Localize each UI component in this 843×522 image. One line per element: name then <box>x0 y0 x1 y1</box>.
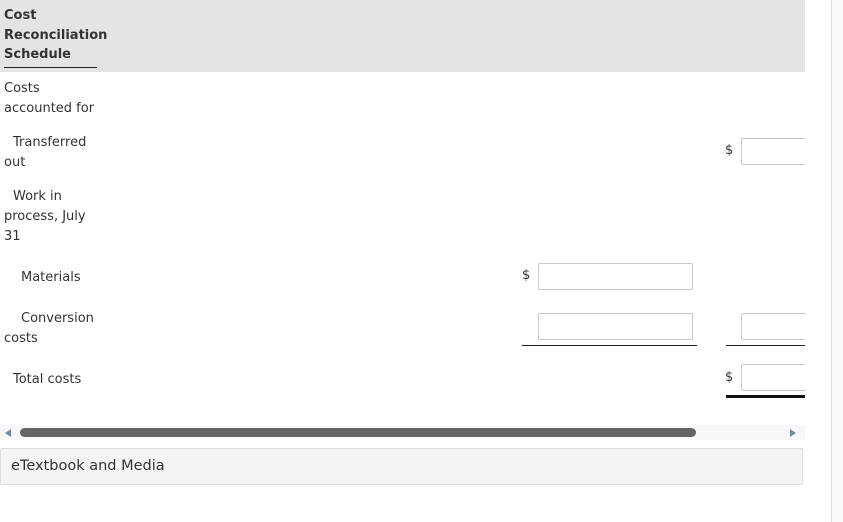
wip-total-underline <box>726 345 805 346</box>
wip-july-31-label: Work in process, July 31 <box>4 189 86 244</box>
total-costs-label: Total costs <box>13 372 82 387</box>
schedule-header: Cost Reconciliation Schedule <box>0 0 805 72</box>
conversion-costs-input[interactable] <box>538 313 693 340</box>
materials-label: Materials <box>21 270 81 285</box>
wip-total-input[interactable] <box>741 313 805 340</box>
total-costs-double-underline <box>726 395 805 398</box>
scrollbar-thumb[interactable] <box>20 428 696 437</box>
transferred-out-currency: $ <box>725 143 734 158</box>
scroll-right-arrow-icon[interactable] <box>790 429 796 437</box>
conversion-costs-underline <box>522 345 697 346</box>
total-costs-input[interactable] <box>741 364 805 391</box>
total-costs-currency: $ <box>725 370 734 385</box>
side-panel-edge <box>832 0 843 522</box>
transferred-out-input[interactable] <box>741 138 805 165</box>
scroll-left-arrow-icon[interactable] <box>5 429 11 437</box>
etextbook-media-label: eTextbook and Media <box>11 458 165 474</box>
schedule-title: Cost Reconciliation Schedule <box>4 6 107 68</box>
transferred-out-label: Transferred out <box>4 135 87 170</box>
materials-input[interactable] <box>538 263 693 290</box>
etextbook-media-panel[interactable]: eTextbook and Media <box>0 448 803 485</box>
costs-accounted-for-label: Costs accounted for <box>4 81 95 116</box>
side-divider <box>831 0 832 522</box>
conversion-costs-label: Conversion costs <box>4 311 94 346</box>
materials-currency: $ <box>522 268 531 283</box>
